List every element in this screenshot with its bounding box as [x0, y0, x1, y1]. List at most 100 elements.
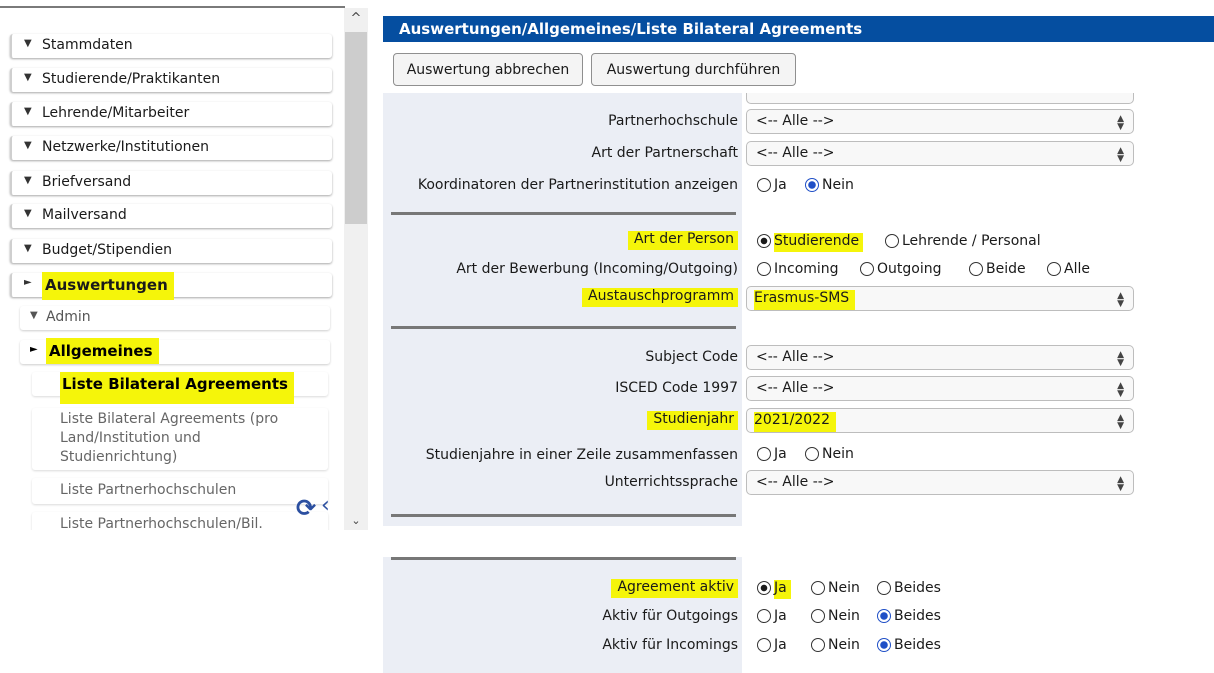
radio-button-selected[interactable]	[757, 234, 771, 248]
radio-button[interactable]	[757, 447, 771, 461]
studienjahre-zeile-radio-nein[interactable]: Nein	[805, 446, 854, 466]
radio-label: Incoming	[774, 261, 839, 277]
chevron-left-icon[interactable]: ‹	[321, 494, 330, 518]
label-line: Liste Bilateral Agreements (pro	[60, 411, 279, 427]
radio-label: Outgoing	[877, 261, 942, 277]
sidebar-item-briefversand[interactable]: ▼ Briefversand	[10, 171, 332, 195]
select-value: <-- Alle -->	[756, 474, 835, 490]
studienjahr-label-wrap: Studienjahr	[383, 411, 738, 430]
chevron-up-icon[interactable]: ^	[344, 8, 368, 30]
radio-button[interactable]	[805, 447, 819, 461]
radio-label: Beides	[894, 637, 941, 653]
scrollbar-thumb[interactable]	[345, 32, 367, 224]
chevron-down-icon[interactable]: ⌄	[344, 512, 368, 530]
aktiv-incomings-radio-nein[interactable]: Nein	[811, 637, 860, 657]
agreement-status-section: Agreement aktiv Ja Nein Beides Aktiv für…	[383, 557, 1214, 673]
sidebar-subitem-admin[interactable]: ▼ Admin	[20, 306, 330, 330]
art-bewerbung-radio-beide[interactable]: Beide	[969, 261, 1026, 281]
radio-button[interactable]	[757, 178, 771, 192]
sidebar-subitem-label: Allgemeines	[46, 338, 159, 364]
label-line: Studienrichtung)	[60, 449, 178, 465]
radio-button[interactable]	[757, 262, 771, 276]
art-person-label-wrap: Art der Person	[383, 231, 738, 250]
sidebar-leaf-liste-partnerhochschulen[interactable]: Liste Partnerhochschulen	[32, 478, 328, 504]
page-header: Auswertungen/Allgemeines/Liste Bilateral…	[383, 16, 1214, 42]
sidebar-leaf-label: Liste Partnerhochschulen	[60, 482, 237, 498]
aktiv-incomings-radio-beides[interactable]: Beides	[877, 637, 941, 657]
sidebar-item-label: Studierende/Praktikanten	[42, 71, 221, 87]
austauschprogramm-label: Austauschprogramm	[582, 288, 738, 307]
radio-button[interactable]	[811, 609, 825, 623]
sidebar-leaf-liste-partnerhochschulen-bil[interactable]: Liste Partnerhochschulen/Bil.	[32, 512, 328, 530]
aktiv-outgoings-radio-beides[interactable]: Beides	[877, 608, 941, 628]
austauschprogramm-select[interactable]: Erasmus-SMS ▲ ▼	[746, 286, 1134, 311]
sidebar-item-auswertungen[interactable]: ► Auswertungen	[10, 272, 332, 300]
radio-button-selected[interactable]	[877, 609, 891, 623]
sidebar-leaf-liste-bilateral[interactable]: Liste Bilateral Agreements	[32, 372, 328, 404]
caret-down-icon: ▼	[24, 208, 32, 219]
radio-button[interactable]	[757, 638, 771, 652]
studienjahr-label: Studienjahr	[647, 411, 738, 430]
aktiv-incomings-radio-ja[interactable]: Ja	[757, 637, 787, 657]
radio-button[interactable]	[1047, 262, 1061, 276]
radio-button[interactable]	[860, 262, 874, 276]
sidebar-leaf-liste-bilateral-pro-land[interactable]: Liste Bilateral Agreements (pro Land/Ins…	[32, 408, 328, 470]
run-evaluation-button[interactable]: Auswertung durchführen	[591, 53, 796, 86]
radio-button[interactable]	[877, 581, 891, 595]
agreement-aktiv-radio-ja[interactable]: Ja	[757, 580, 791, 600]
refresh-icon[interactable]: ⟳	[296, 496, 316, 520]
art-person-radio-lehrende[interactable]: Lehrende / Personal	[885, 233, 1041, 253]
partnerhochschule-select[interactable]: <-- Alle --> ▲ ▼	[746, 109, 1134, 134]
subject-code-select[interactable]: <-- Alle --> ▲ ▼	[746, 345, 1134, 370]
sidebar-leaf-label: Liste Bilateral Agreements	[60, 372, 294, 404]
koordinatoren-radio-nein[interactable]: Nein	[805, 177, 854, 197]
radio-button[interactable]	[757, 609, 771, 623]
radio-label: Ja	[774, 446, 787, 462]
art-partnerschaft-select[interactable]: <-- Alle --> ▲ ▼	[746, 141, 1134, 166]
radio-button-selected[interactable]	[757, 581, 771, 595]
sidebar-item-netzwerke[interactable]: ▼ Netzwerke/Institutionen	[10, 136, 332, 160]
sidebar-subitem-allgemeines[interactable]: ► Allgemeines	[20, 338, 330, 364]
isced-label: ISCED Code 1997	[615, 380, 738, 396]
radio-button[interactable]	[811, 581, 825, 595]
sidebar-item-lehrende[interactable]: ▼ Lehrende/Mitarbeiter	[10, 102, 332, 126]
unterrichtssprache-select[interactable]: <-- Alle --> ▲ ▼	[746, 470, 1134, 495]
select-value: <-- Alle -->	[756, 113, 835, 129]
radio-button[interactable]	[885, 234, 899, 248]
studienjahre-zeile-radio-ja[interactable]: Ja	[757, 446, 787, 466]
koordinatoren-radio-ja[interactable]: Ja	[757, 177, 787, 197]
art-person-radio-studierende[interactable]: Studierende	[757, 233, 864, 253]
cancel-evaluation-button[interactable]: Auswertung abbrechen	[393, 53, 583, 86]
art-bewerbung-radio-incoming[interactable]: Incoming	[757, 261, 839, 281]
caret-down-icon: ▼	[24, 106, 32, 117]
agreement-aktiv-radio-beides[interactable]: Beides	[877, 580, 941, 600]
select-caret-icon: ▲ ▼	[1117, 350, 1124, 368]
radio-button-selected[interactable]	[877, 638, 891, 652]
caret-down-icon: ▼	[24, 72, 32, 83]
sidebar-item-mailversand[interactable]: ▼ Mailversand	[10, 204, 332, 228]
art-bewerbung-radio-outgoing[interactable]: Outgoing	[860, 261, 941, 281]
aktiv-outgoings-radio-ja[interactable]: Ja	[757, 608, 787, 628]
isced-select[interactable]: <-- Alle --> ▲ ▼	[746, 376, 1134, 401]
radio-button[interactable]	[811, 638, 825, 652]
section-divider	[391, 326, 736, 329]
sidebar-item-studierende[interactable]: ▼ Studierende/Praktikanten	[10, 68, 332, 92]
radio-button[interactable]	[969, 262, 983, 276]
section-divider	[391, 557, 736, 560]
aktiv-outgoings-radio-nein[interactable]: Nein	[811, 608, 860, 628]
radio-label: Ja	[774, 580, 791, 599]
caret-down-icon: ▼	[30, 310, 38, 321]
studienjahr-select[interactable]: 2021/2022 ▲ ▼	[746, 408, 1134, 433]
sidebar-item-label: Mailversand	[42, 207, 127, 223]
agreement-aktiv-radio-nein[interactable]: Nein	[811, 580, 860, 600]
radio-label: Nein	[828, 637, 860, 653]
art-bewerbung-label: Art der Bewerbung (Incoming/Outgoing)	[456, 261, 738, 277]
label-line: Land/Institution und	[60, 430, 201, 446]
sidebar-item-stammdaten[interactable]: ▼ Stammdaten	[10, 34, 332, 58]
radio-button-selected[interactable]	[805, 178, 819, 192]
select-value: 2021/2022	[754, 412, 836, 432]
partial-select[interactable]	[746, 93, 1134, 104]
art-bewerbung-radio-alle[interactable]: Alle	[1047, 261, 1090, 281]
sidebar-item-budget[interactable]: ▼ Budget/Stipendien	[10, 239, 332, 263]
sidebar-scrollbar[interactable]: ^ ⌄	[344, 8, 368, 530]
